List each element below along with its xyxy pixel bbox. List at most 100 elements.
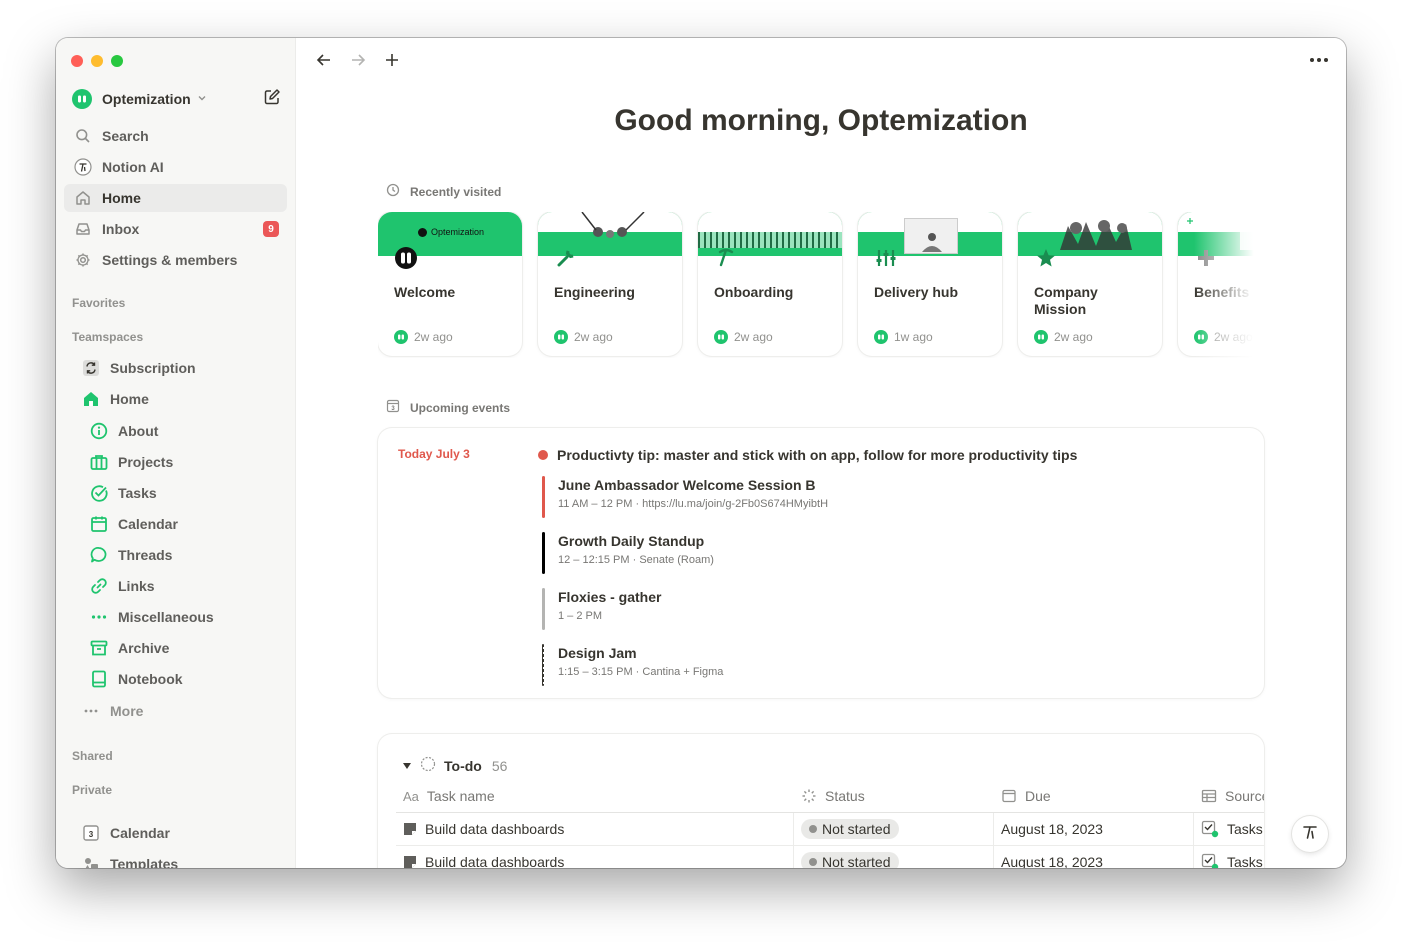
pickaxe-icon xyxy=(714,246,738,270)
sidebar-item-notion-ai[interactable]: Notion AI xyxy=(64,153,287,181)
event-tip-text: Productivty tip: master and stick with o… xyxy=(557,447,1078,463)
sidebar-item-threads[interactable]: Threads xyxy=(80,541,287,569)
window-controls xyxy=(71,55,123,67)
chat-bubble-icon xyxy=(90,546,108,564)
status-cell[interactable]: Not started xyxy=(794,813,994,845)
source-cell[interactable]: Tasks xyxy=(1194,813,1264,845)
recently-visited-list: Optemization Welcome 2w ago Engineering xyxy=(378,212,1264,358)
minimize-window-button[interactable] xyxy=(91,55,103,67)
sidebar-item-miscellaneous[interactable]: Miscellaneous xyxy=(80,603,287,631)
event-item[interactable]: Design Jam 1:15 – 3:15 PM · Cantina + Fi… xyxy=(542,644,723,686)
sidebar-item-projects[interactable]: Projects xyxy=(80,448,287,476)
more-options-icon[interactable] xyxy=(1308,50,1330,70)
todo-count: 56 xyxy=(491,757,508,774)
column-header-due[interactable]: Due xyxy=(994,780,1194,812)
column-label: Status xyxy=(825,788,865,804)
todo-title: To-do xyxy=(444,757,482,774)
status-cell[interactable]: Not started xyxy=(794,846,994,868)
cover-text: Optemization xyxy=(431,227,485,237)
sidebar-item-private-calendar[interactable]: 3 Calendar xyxy=(72,819,287,847)
upcoming-events-label: Upcoming events xyxy=(410,400,511,415)
dashed-circle-icon xyxy=(420,756,436,775)
sidebar-item-archive[interactable]: Archive xyxy=(80,634,287,662)
task-name-cell[interactable]: Build data dashboards xyxy=(396,813,794,845)
workspace-logo-icon xyxy=(1034,330,1048,344)
recent-card-engineering[interactable]: Engineering 2w ago xyxy=(538,212,682,356)
notion-ai-floating-button[interactable] xyxy=(1292,816,1328,852)
notebook-icon xyxy=(90,670,108,688)
todo-table: Aa Task name Status Due Source xyxy=(396,780,1264,868)
event-item[interactable]: Floxies - gather 1 – 2 PM xyxy=(542,588,661,630)
event-details: 12 – 12:15 PM · Senate (Roam) xyxy=(558,554,714,566)
task-name-cell[interactable]: Build data dashboards xyxy=(396,846,794,868)
sliders-icon xyxy=(874,246,898,270)
source-cell[interactable]: Tasks xyxy=(1194,846,1264,868)
sidebar-item-home[interactable]: Home xyxy=(64,184,287,212)
favorites-section-label[interactable]: Favorites xyxy=(72,296,125,310)
new-page-icon[interactable] xyxy=(263,88,281,111)
clock-icon xyxy=(386,183,400,200)
event-tip[interactable]: Productivty tip: master and stick with o… xyxy=(538,447,1077,463)
sidebar-item-more[interactable]: More xyxy=(72,697,287,725)
recent-card-welcome[interactable]: Optemization Welcome 2w ago xyxy=(378,212,522,356)
event-title: Growth Daily Standup xyxy=(558,533,705,549)
tasks-db-icon xyxy=(1201,820,1219,838)
page-icon xyxy=(403,855,417,868)
event-color-bar xyxy=(542,644,544,686)
sidebar-item-about[interactable]: About xyxy=(80,417,287,445)
due-cell[interactable]: August 18, 2023 xyxy=(994,813,1194,845)
recent-card-company-mission[interactable]: Company Mission 2w ago xyxy=(1018,212,1162,356)
card-meta: 1w ago xyxy=(874,330,933,344)
teamspaces-section-label[interactable]: Teamspaces xyxy=(72,330,143,344)
sidebar-item-notebook[interactable]: Notebook xyxy=(80,665,287,693)
forward-arrow-icon[interactable] xyxy=(348,50,368,70)
close-window-button[interactable] xyxy=(71,55,83,67)
recent-card-delivery-hub[interactable]: Delivery hub 1w ago xyxy=(858,212,1002,356)
recent-card-benefits[interactable]: Benefits P 2w ago xyxy=(1178,212,1264,356)
column-header-status[interactable]: Status xyxy=(794,780,994,812)
sidebar-item-label: Notebook xyxy=(118,671,183,687)
search-icon xyxy=(74,127,92,145)
todo-header[interactable]: To-do 56 xyxy=(402,756,507,775)
templates-icon xyxy=(82,855,100,868)
source-label: Tasks xyxy=(1227,854,1263,868)
status-badge: Not started xyxy=(801,819,900,839)
page-title: Good morning, Optemization xyxy=(614,104,1028,137)
recent-card-onboarding[interactable]: Onboarding 2w ago xyxy=(698,212,842,356)
column-header-source[interactable]: Source xyxy=(1194,780,1264,812)
event-item[interactable]: June Ambassador Welcome Session B 11 AM … xyxy=(542,476,828,518)
private-section-label[interactable]: Private xyxy=(72,783,112,797)
event-item[interactable]: Growth Daily Standup 12 – 12:15 PM · Sen… xyxy=(542,532,714,574)
inbox-icon xyxy=(74,220,92,238)
sidebar-item-label: Tasks xyxy=(118,485,157,501)
sidebar-item-calendar[interactable]: Calendar xyxy=(80,510,287,538)
notion-ai-icon xyxy=(1300,822,1320,847)
new-tab-plus-icon[interactable] xyxy=(382,50,402,70)
sidebar-item-tasks[interactable]: Tasks xyxy=(80,479,287,507)
toggle-triangle-icon[interactable] xyxy=(402,758,412,774)
sidebar-item-templates[interactable]: Templates xyxy=(72,850,287,868)
due-cell[interactable]: August 18, 2023 xyxy=(994,846,1194,868)
sidebar: Optemization Search Notion AI Home Inbox… xyxy=(56,38,296,868)
event-color-bar xyxy=(542,588,545,630)
workspace-switcher[interactable]: Optemization xyxy=(72,88,281,110)
sidebar-item-inbox[interactable]: Inbox 9 xyxy=(64,215,287,243)
sidebar-item-subscription[interactable]: Subscription xyxy=(72,354,287,382)
card-time: 1w ago xyxy=(894,330,933,344)
sidebar-item-links[interactable]: Links xyxy=(80,572,287,600)
wrench-icon xyxy=(554,246,578,270)
column-header-task-name[interactable]: Aa Task name xyxy=(396,780,794,812)
task-name: Build data dashboards xyxy=(425,854,565,868)
sidebar-item-settings[interactable]: Settings & members xyxy=(64,246,287,274)
info-icon xyxy=(90,422,108,440)
table-row[interactable]: Build data dashboards Not started August… xyxy=(396,813,1264,846)
notion-ai-icon xyxy=(74,158,92,176)
zoom-window-button[interactable] xyxy=(111,55,123,67)
back-arrow-icon[interactable] xyxy=(314,50,334,70)
task-name: Build data dashboards xyxy=(425,821,565,837)
sidebar-item-home-teamspace[interactable]: Home xyxy=(72,385,287,413)
table-row[interactable]: Build data dashboards Not started August… xyxy=(396,846,1264,868)
card-meta: 2w ago xyxy=(714,330,773,344)
shared-section-label[interactable]: Shared xyxy=(72,749,113,763)
sidebar-item-search[interactable]: Search xyxy=(64,122,287,150)
